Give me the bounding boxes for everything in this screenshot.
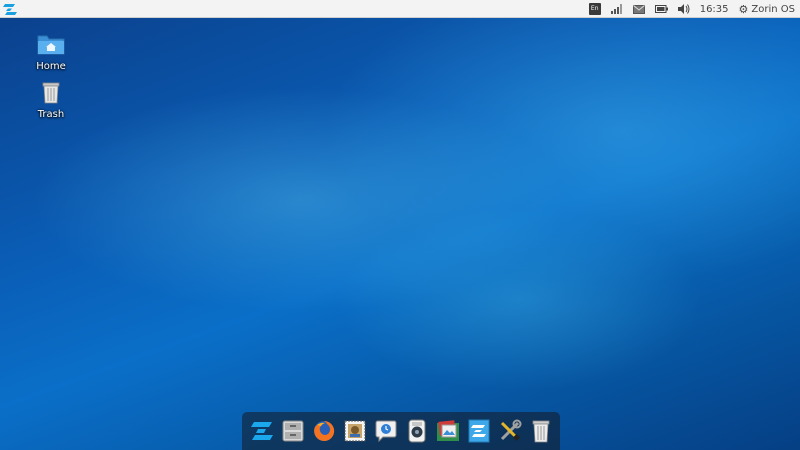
network-signal-icon[interactable] [610,0,623,18]
zorin-menu-icon[interactable] [2,1,18,17]
mail-stamp-icon [344,420,365,442]
desktop-icon-label: Home [36,61,66,72]
gear-icon: ⚙ [738,2,749,16]
battery-icon[interactable] [654,0,668,18]
dock-item-settings[interactable] [497,417,523,445]
tools-icon [500,419,521,442]
dock-item-zorin-menu[interactable] [249,417,275,445]
dock-item-chat[interactable] [373,417,399,445]
trash-icon [42,82,60,104]
dock-item-firefox[interactable] [311,417,337,445]
desktop[interactable]: En 16:35 ⚙ Zorin OS Home Trash [0,0,800,450]
session-label: Zorin OS [751,3,795,15]
keyboard-layout-icon: En [588,3,601,15]
trash-can-icon [532,420,549,443]
photos-icon [436,420,459,441]
files-icon [282,420,303,442]
firefox-icon [313,420,334,441]
chat-bubble-icon [375,420,396,443]
desktop-icon-label: Trash [37,109,65,120]
dock-item-files[interactable] [280,417,306,445]
keyboard-layout-indicator[interactable]: En [588,0,601,18]
zorin-logo-icon [250,422,273,440]
desktop-icon-trash[interactable]: Trash [21,80,81,120]
document-icon [468,419,489,443]
dock-item-mail[interactable] [342,417,368,445]
top-panel: En 16:35 ⚙ Zorin OS [0,0,800,18]
dock-item-photos[interactable] [435,417,461,445]
volume-icon[interactable] [677,0,690,18]
system-tray: En 16:35 ⚙ Zorin OS [584,0,800,18]
music-player-icon [408,419,425,443]
dock [242,412,560,450]
mail-icon[interactable] [632,0,645,18]
desktop-icon-home[interactable]: Home [21,32,81,72]
session-menu[interactable]: ⚙ Zorin OS [739,0,795,18]
clock[interactable]: 16:35 [700,0,729,18]
home-folder-icon [37,35,65,55]
dock-item-documents[interactable] [466,417,492,445]
dock-item-music[interactable] [404,417,430,445]
dock-item-trash[interactable] [528,417,554,445]
